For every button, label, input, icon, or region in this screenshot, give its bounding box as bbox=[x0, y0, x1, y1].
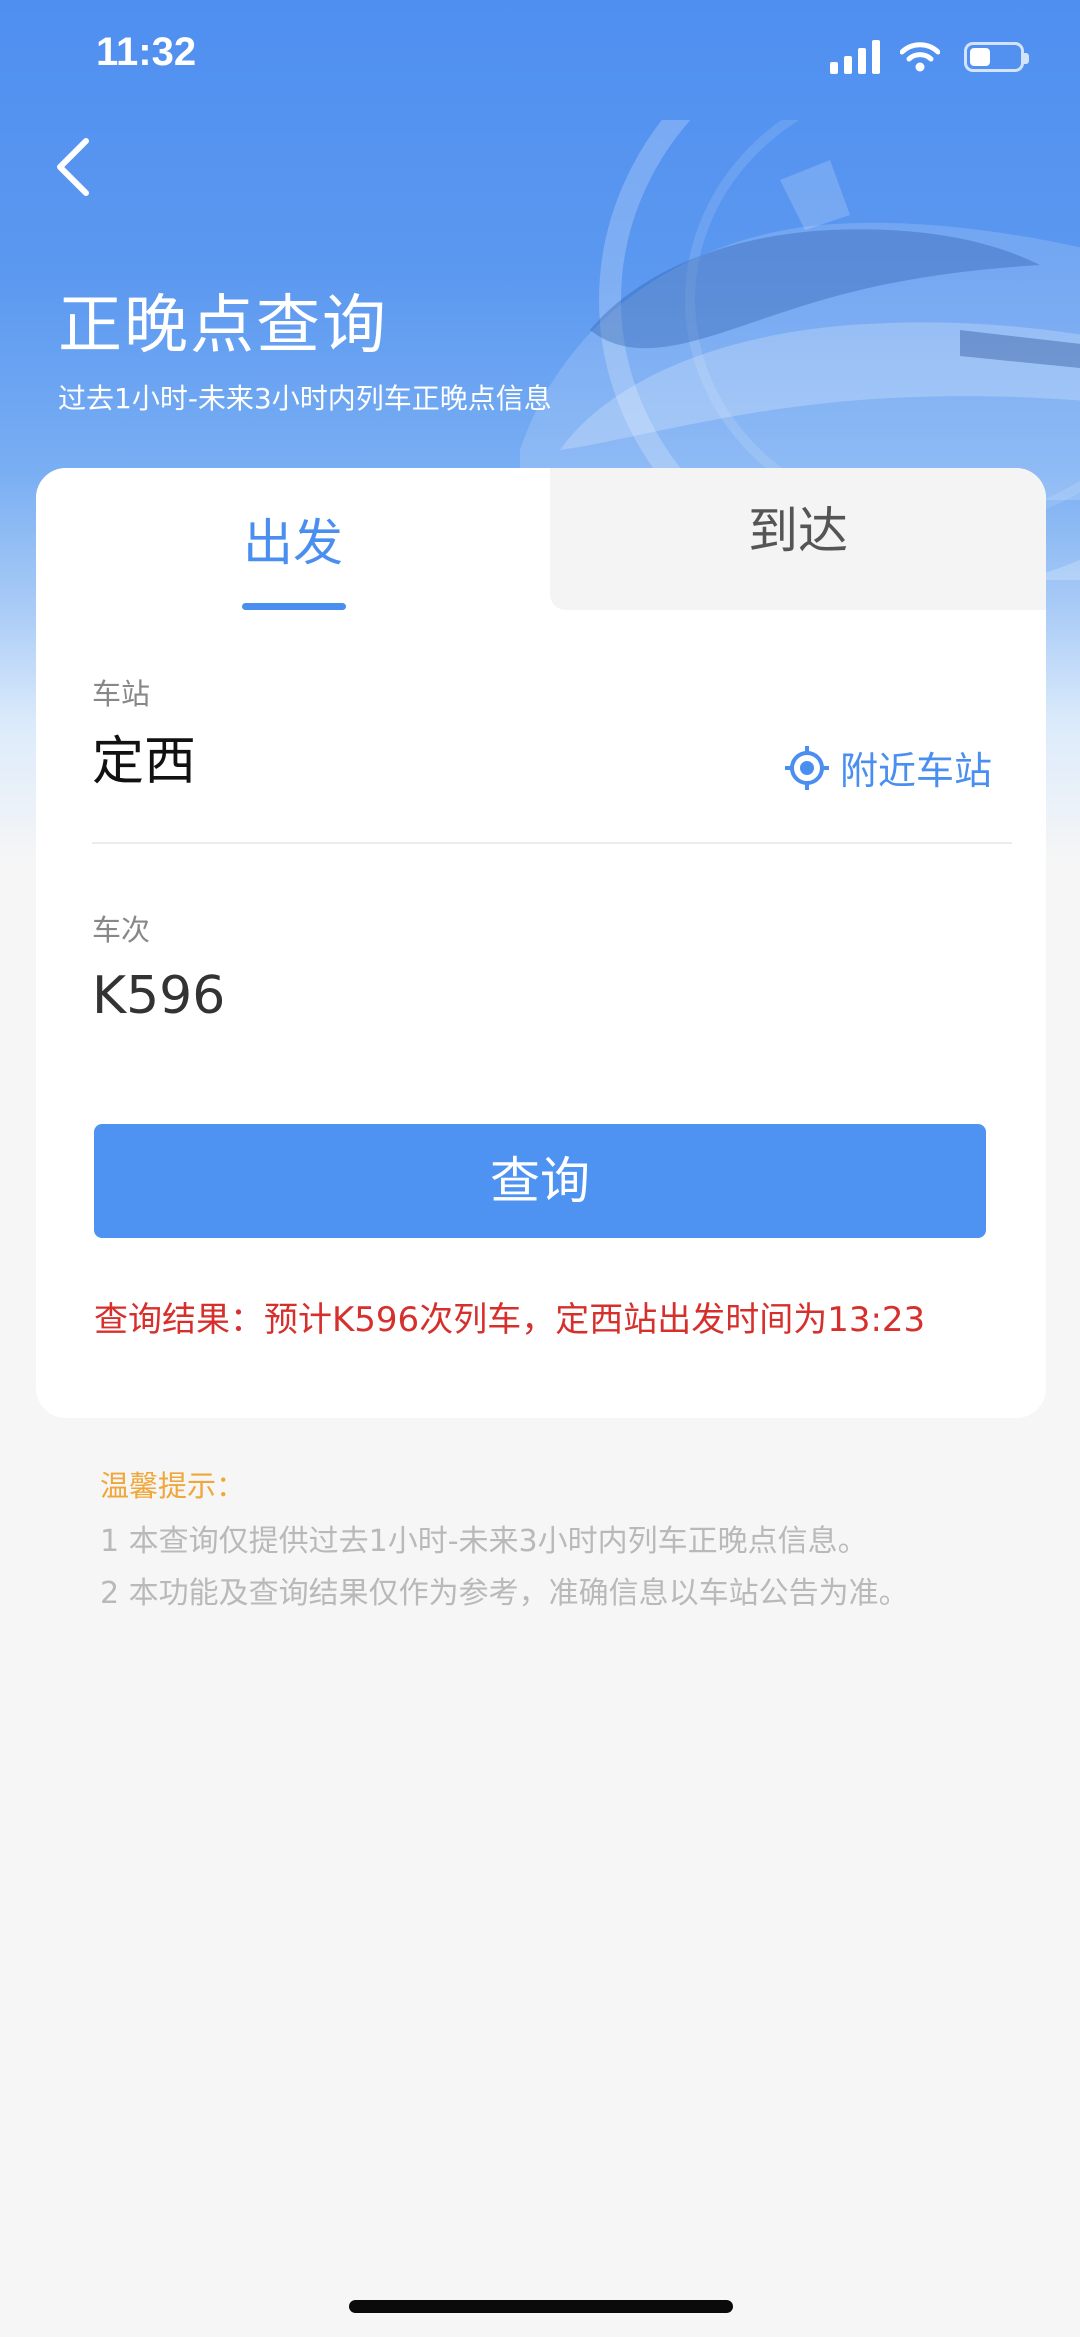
query-result-text: 查询结果：预计K596次列车，定西站出发时间为13:23 bbox=[94, 1300, 926, 1340]
tab-arrival-label: 到达 bbox=[748, 502, 848, 560]
locate-icon bbox=[784, 745, 829, 790]
query-card: 出发 到达 车站 定西 附近车站 车次 K596 查询 查询结果：预计K596次… bbox=[36, 468, 1046, 1418]
status-time: 11:32 bbox=[96, 30, 197, 74]
nearby-station-label: 附近车站 bbox=[839, 749, 992, 793]
home-indicator[interactable] bbox=[349, 2300, 733, 2313]
nearby-station-button[interactable]: 附近车站 bbox=[784, 740, 992, 795]
status-icons bbox=[830, 40, 1029, 74]
station-field[interactable]: 定西 bbox=[92, 730, 196, 794]
tab-arrival[interactable]: 到达 bbox=[550, 468, 1046, 610]
tips-section: 温馨提示： 1 本查询仅提供过去1小时-未来3小时内列车正晚点信息。 2 本功能… bbox=[100, 1466, 909, 1620]
page-title: 正晚点查询 bbox=[58, 289, 388, 363]
tip-line: 2 本功能及查询结果仅作为参考，准确信息以车站公告为准。 bbox=[100, 1576, 909, 1611]
page-subtitle: 过去1小时-未来3小时内列车正晚点信息 bbox=[58, 382, 552, 415]
battery-icon bbox=[964, 42, 1029, 72]
train-number-field[interactable]: K596 bbox=[92, 964, 225, 1028]
field-divider bbox=[92, 842, 1012, 844]
station-field-label: 车站 bbox=[92, 677, 151, 711]
tab-departure[interactable]: 出发 bbox=[36, 468, 550, 610]
cellular-signal-icon bbox=[830, 40, 880, 74]
tips-title: 温馨提示： bbox=[100, 1469, 246, 1503]
query-button[interactable]: 查询 bbox=[94, 1124, 986, 1238]
train-field-label: 车次 bbox=[92, 913, 151, 947]
back-chevron-icon[interactable] bbox=[52, 135, 92, 199]
tab-departure-label: 出发 bbox=[243, 514, 343, 572]
wifi-icon bbox=[900, 42, 940, 72]
tip-line: 1 本查询仅提供过去1小时-未来3小时内列车正晚点信息。 bbox=[100, 1524, 868, 1559]
tab-active-indicator bbox=[242, 603, 346, 610]
